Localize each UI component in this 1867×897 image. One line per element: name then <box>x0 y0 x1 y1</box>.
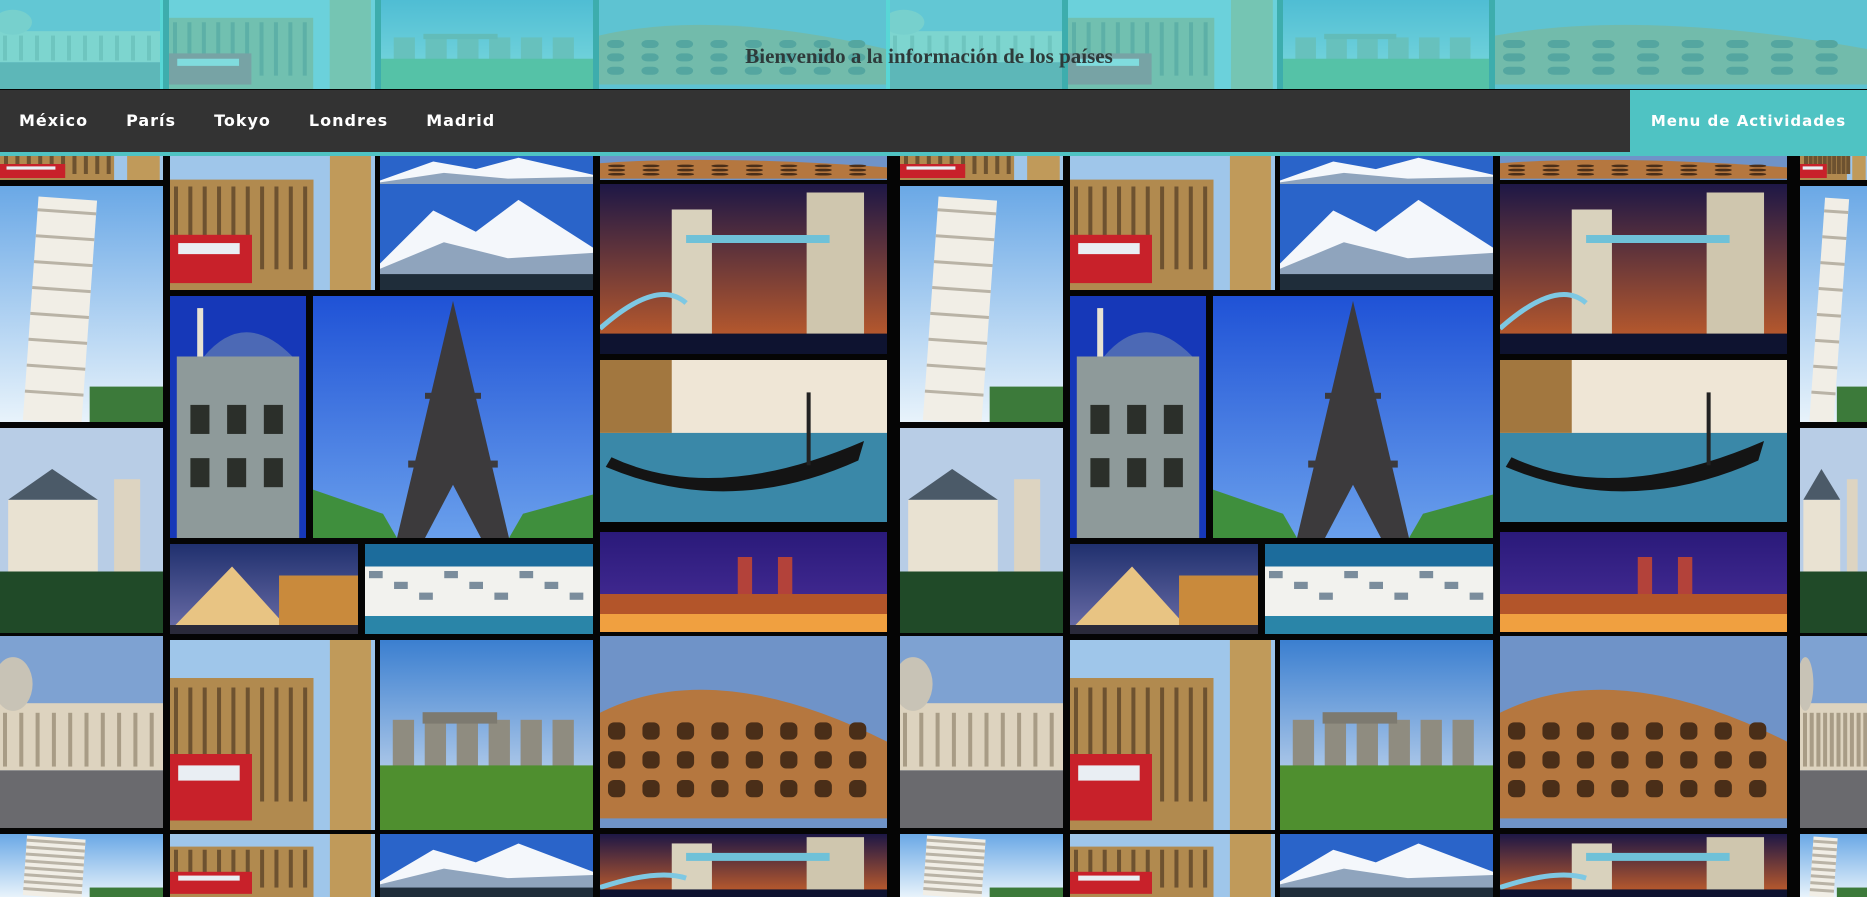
collage-photo-plaza-espana-night <box>600 532 887 632</box>
collage-photo-pisa-tower <box>1800 186 1867 422</box>
collage-photo-venice-gondola <box>1500 360 1787 522</box>
collage-photo-louvre-pyramid <box>1070 544 1258 634</box>
collage-photo-casa-batllo <box>1070 296 1206 538</box>
collage-photo-st-peters-basilica <box>0 636 163 828</box>
collage-photo-casa-batllo <box>170 296 306 538</box>
collage-photo-neuschwanstein-castle <box>1800 428 1867 633</box>
page: Bienvenido a la información de los paíse… <box>0 0 1867 897</box>
collage-photo-tower-bridge-night <box>600 834 887 897</box>
collage-photo-plaza-espana-night <box>1500 532 1787 632</box>
collage-photo-st-peters-basilica <box>1800 636 1867 828</box>
collage-photo-snowy-mountains <box>1280 834 1493 897</box>
collage-photo-st-peters-basilica <box>900 636 1063 828</box>
collage-photo-stonehenge <box>380 640 593 830</box>
collage-photo-big-ben-london <box>1070 152 1275 290</box>
nav-item-paris[interactable]: París <box>107 90 195 152</box>
collage-photo-snowy-mountains <box>1280 184 1493 290</box>
collage-photo-tower-bridge-night <box>1500 184 1787 354</box>
collage-photo-stonehenge <box>1280 640 1493 830</box>
collage-photo-snowy-mountains <box>380 184 593 290</box>
activities-menu-button[interactable]: Menu de Actividades <box>1630 90 1867 152</box>
collage-photo-pisa-tower <box>1800 834 1867 897</box>
collage-photo-mykonos-town <box>1265 544 1493 634</box>
nav-item-mexico[interactable]: México <box>0 90 107 152</box>
collage-photo-tower-bridge-night <box>1500 834 1787 897</box>
collage-photo-big-ben-london <box>1070 640 1275 830</box>
collage-photo-neuschwanstein-castle <box>900 428 1063 633</box>
collage-photo-colosseum <box>600 152 887 180</box>
main-navigation: México París Tokyo Londres Madrid <box>0 90 1630 152</box>
collage-photo-big-ben-london <box>1070 834 1275 897</box>
collage-photo-pisa-tower <box>0 186 163 422</box>
header-banner: Bienvenido a la información de los paíse… <box>0 0 1867 89</box>
nav-divider <box>0 152 1867 156</box>
nav-item-madrid[interactable]: Madrid <box>407 90 514 152</box>
collage-photo-pisa-tower <box>900 186 1063 422</box>
collage-photo-colosseum <box>1500 152 1787 180</box>
collage-photo-eiffel-tower <box>1213 296 1493 538</box>
collage-photo-pisa-tower <box>900 834 1063 897</box>
collage-photo-louvre-pyramid <box>170 544 358 634</box>
collage-photo-mykonos-town <box>365 544 593 634</box>
collage-photo-tower-bridge-night <box>600 184 887 354</box>
collage-photo-neuschwanstein-castle <box>0 428 163 633</box>
collage-photo-pisa-tower <box>0 834 163 897</box>
collage-photo-venice-gondola <box>600 360 887 522</box>
collage-photo-snowy-mountains <box>380 834 593 897</box>
collage-photo-colosseum <box>600 636 887 828</box>
collage-photo-eiffel-tower <box>313 296 593 538</box>
collage-photo-big-ben-london <box>170 640 375 830</box>
nav-item-londres[interactable]: Londres <box>290 90 407 152</box>
collage-photo-big-ben-london <box>170 834 375 897</box>
page-title: Bienvenido a la información de los paíse… <box>745 44 1113 69</box>
collage-photo-big-ben-london <box>170 152 375 290</box>
nav-item-tokyo[interactable]: Tokyo <box>195 90 290 152</box>
collage-photo-colosseum <box>1500 636 1787 828</box>
